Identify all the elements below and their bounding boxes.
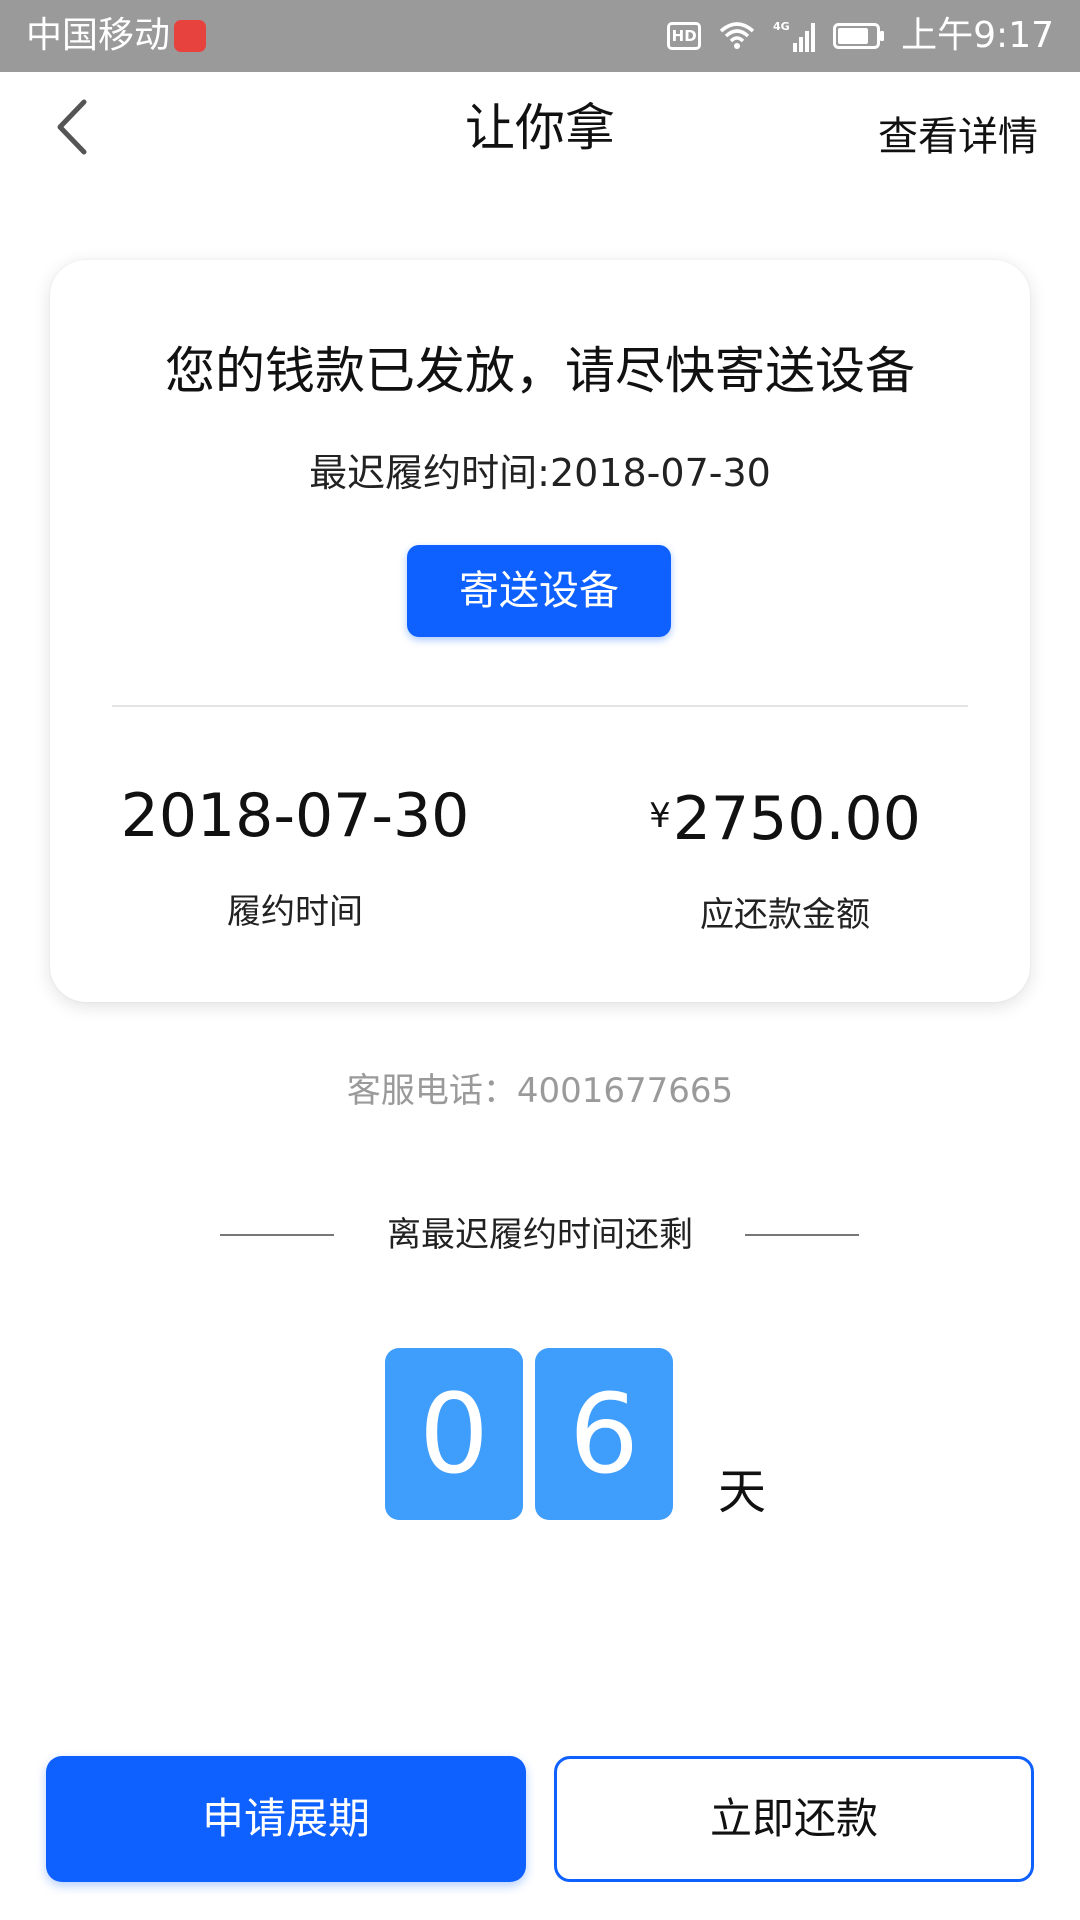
amount-label: 应还款金额 [700, 894, 870, 935]
currency-symbol: ¥ [649, 796, 671, 836]
customer-service-hotline[interactable]: 客服电话：4001677665 [0, 1066, 1080, 1116]
amount-value-row: ¥2750.00 [540, 780, 1030, 855]
due-date-value: 2018-07-30 [120, 781, 470, 851]
amount-stat: ¥2750.00 应还款金额 [540, 780, 1030, 937]
send-device-button[interactable]: 寄送设备 [407, 545, 671, 637]
deadline-text: 最迟履约时间:2018-07-30 [309, 451, 771, 495]
countdown-digit: 6 [535, 1348, 673, 1520]
due-date-stat: 2018-07-30 履约时间 [50, 780, 540, 934]
card-headline: 您的钱款已发放，请尽快寄送设备 [165, 342, 915, 400]
countdown-unit: 天 [718, 1464, 767, 1520]
status-bar: 中国移动 HD 4G 上午9:17 [0, 0, 1080, 72]
repay-now-button[interactable]: 立即还款 [554, 1756, 1034, 1882]
view-details-link[interactable]: 查看详情 [878, 112, 1038, 162]
divider-right [745, 1234, 859, 1236]
countdown-heading: 离最迟履约时间还剩 [0, 1210, 1080, 1260]
battery-icon [833, 22, 885, 50]
status-icons: HD 4G 上午9:17 [667, 14, 1054, 58]
carrier-name: 中国移动 [26, 15, 171, 56]
nav-bar: 让你拿 查看详情 [0, 72, 1080, 182]
hd-badge: HD [667, 22, 702, 50]
countdown-digit: 0 [385, 1348, 523, 1520]
loan-status-card: 您的钱款已发放，请尽快寄送设备 最迟履约时间:2018-07-30 寄送设备 2… [50, 260, 1030, 1002]
countdown-title: 离最迟履约时间还剩 [387, 1215, 693, 1255]
due-date-label: 履约时间 [227, 892, 363, 932]
cellular-signal-icon: 4G [773, 19, 817, 53]
status-time: 上午9:17 [901, 15, 1054, 56]
app-notification-icon [174, 20, 206, 52]
svg-text:4G: 4G [773, 20, 790, 33]
amount-value: 2750.00 [672, 783, 921, 854]
apply-extension-button[interactable]: 申请展期 [46, 1756, 526, 1882]
wifi-icon [717, 21, 757, 51]
divider [112, 705, 968, 707]
